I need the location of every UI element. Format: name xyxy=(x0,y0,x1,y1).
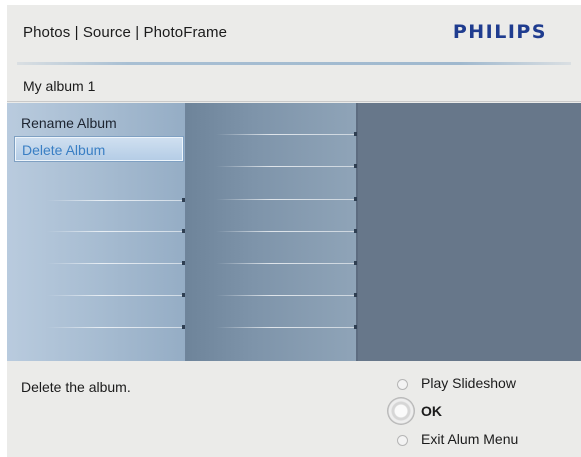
help-text: Delete the album. xyxy=(21,379,131,395)
empty-slot xyxy=(47,231,183,232)
empty-slot xyxy=(47,295,183,296)
ok-dial-icon xyxy=(387,397,415,425)
menu-item-delete-album[interactable]: Delete Album xyxy=(15,137,183,161)
slot-marker xyxy=(182,325,185,329)
empty-slot xyxy=(216,295,354,296)
slot-marker xyxy=(354,229,357,233)
empty-slot xyxy=(47,327,183,328)
menu-item-label: Delete Album xyxy=(22,142,106,158)
photoframe-screen: Photos | Source | PhotoFrame PHILIPS My … xyxy=(7,5,581,457)
menu-item-label: Rename Album xyxy=(21,115,117,131)
empty-slot xyxy=(216,327,354,328)
empty-slot xyxy=(216,263,354,264)
slot-marker xyxy=(354,325,357,329)
control-label: Exit Alum Menu xyxy=(421,431,519,447)
menu-panel: Rename Album Delete Album xyxy=(7,103,581,361)
album-title: My album 1 xyxy=(23,78,96,94)
menu-column-primary: Rename Album Delete Album xyxy=(7,103,186,361)
menu-item-rename-album[interactable]: Rename Album xyxy=(15,111,175,135)
menu-column-empty xyxy=(358,103,581,361)
album-title-bar: My album 1 xyxy=(7,65,581,102)
circle-button-icon xyxy=(397,379,408,390)
header: Photos | Source | PhotoFrame PHILIPS xyxy=(7,5,581,63)
slot-marker xyxy=(354,197,357,201)
menu-column-secondary xyxy=(186,103,358,361)
empty-slot xyxy=(47,263,183,264)
slot-marker xyxy=(354,293,357,297)
empty-slot xyxy=(216,231,354,232)
slot-marker xyxy=(354,132,357,136)
empty-slot xyxy=(216,166,354,167)
slot-marker xyxy=(182,198,185,202)
slot-marker xyxy=(182,229,185,233)
slot-marker xyxy=(354,164,357,168)
slot-marker xyxy=(354,261,357,265)
slot-marker xyxy=(182,293,185,297)
empty-slot xyxy=(216,199,354,200)
slot-marker xyxy=(182,261,185,265)
circle-button-icon xyxy=(397,435,408,446)
control-label: Play Slideshow xyxy=(421,375,516,391)
album-divider xyxy=(7,101,581,102)
control-label: OK xyxy=(421,403,442,419)
footer: Delete the album. Play Slideshow OK Exit… xyxy=(7,361,581,457)
empty-slot xyxy=(47,200,183,201)
brand-logo: PHILIPS xyxy=(452,21,547,43)
empty-slot xyxy=(216,134,354,135)
breadcrumb: Photos | Source | PhotoFrame xyxy=(23,24,228,41)
